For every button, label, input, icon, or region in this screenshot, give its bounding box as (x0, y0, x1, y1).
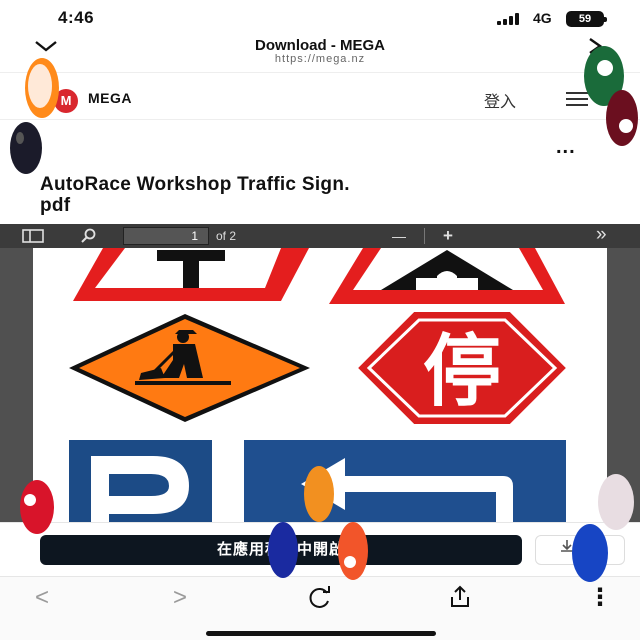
status-bar: 4:46 4G 59 (0, 0, 640, 36)
zoom-in-button[interactable]: + (443, 226, 453, 246)
reload-icon[interactable] (300, 583, 340, 615)
stop-sign: 停 (358, 312, 566, 424)
site-nav: M MEGA 登入 (0, 72, 640, 120)
pool-ball-icon (10, 122, 42, 174)
more-tools-button[interactable]: » (596, 224, 607, 246)
page-number-input[interactable]: 1 (123, 227, 209, 245)
t-junction-sign (73, 248, 309, 301)
pool-ball-icon (338, 522, 368, 580)
back-button[interactable]: < (22, 583, 62, 615)
network-label: 4G (533, 10, 552, 26)
more-menu-button[interactable]: ⋮ (580, 583, 620, 615)
file-title: AutoRace Workshop Traffic Sign. pdf (40, 174, 600, 216)
page-title: Download - MEGA (255, 37, 385, 54)
svg-text:停: 停 (423, 327, 501, 417)
browser-header: Download - MEGA https://mega.nz (0, 36, 640, 70)
forward-button[interactable]: > (160, 583, 200, 615)
login-link[interactable]: 登入 (484, 88, 516, 112)
pool-ball-icon (25, 58, 59, 118)
home-indicator (206, 631, 436, 636)
pool-ball-icon (20, 480, 54, 534)
pdf-toolbar: 1 of 2 — + » (0, 224, 640, 248)
status-time: 4:46 (58, 8, 95, 27)
file-title-text: AutoRace Workshop Traffic Sign. pdf (40, 174, 350, 216)
action-bar: 在應用程式中開啟 (0, 522, 640, 576)
parking-sign (69, 440, 212, 522)
roadworks-sign (69, 314, 310, 422)
road-narrows-sign (329, 248, 565, 304)
search-icon[interactable] (80, 228, 98, 247)
signal-icon (497, 13, 521, 25)
page-count: of 2 (216, 229, 237, 243)
share-icon[interactable] (440, 583, 480, 615)
zoom-out-button[interactable]: — (392, 228, 406, 244)
turn-left-sign (244, 440, 566, 522)
sidebar-toggle-icon[interactable] (22, 229, 44, 246)
browser-toolbar: < > ⋮ (0, 576, 640, 640)
more-options-button[interactable]: ... (556, 136, 576, 159)
toolbar-divider (424, 228, 425, 244)
pool-ball-icon (606, 90, 638, 146)
battery-icon: 59 (566, 11, 607, 27)
pool-ball-icon (304, 466, 334, 522)
pool-ball-icon (268, 522, 298, 578)
brand-name[interactable]: MEGA (88, 90, 132, 106)
pool-ball-icon (572, 524, 608, 582)
page-url[interactable]: https://mega.nz (140, 53, 500, 65)
